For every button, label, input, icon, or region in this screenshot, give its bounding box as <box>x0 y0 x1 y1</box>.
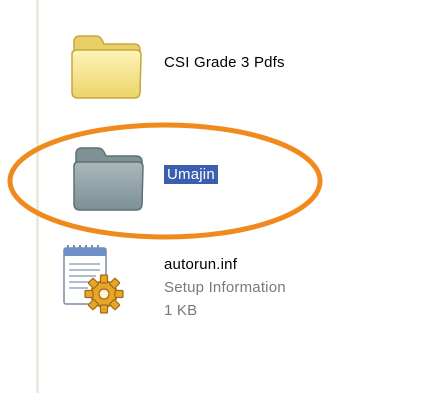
file-list-view: CSI Grade 3 Pdfs Umajin autorun.inf Setu… <box>40 0 432 393</box>
file-name[interactable]: autorun.inf <box>164 256 237 273</box>
file-type: Setup Information <box>164 279 286 296</box>
left-pane-edge <box>0 0 40 393</box>
folder-icon <box>73 147 144 211</box>
folder-icon <box>71 35 142 99</box>
file-name[interactable]: CSI Grade 3 Pdfs <box>164 54 285 71</box>
file-size: 1 KB <box>164 302 198 319</box>
file-name-selected[interactable]: Umajin <box>164 165 218 184</box>
setup-information-icon <box>63 245 124 314</box>
pane-divider <box>36 0 39 393</box>
